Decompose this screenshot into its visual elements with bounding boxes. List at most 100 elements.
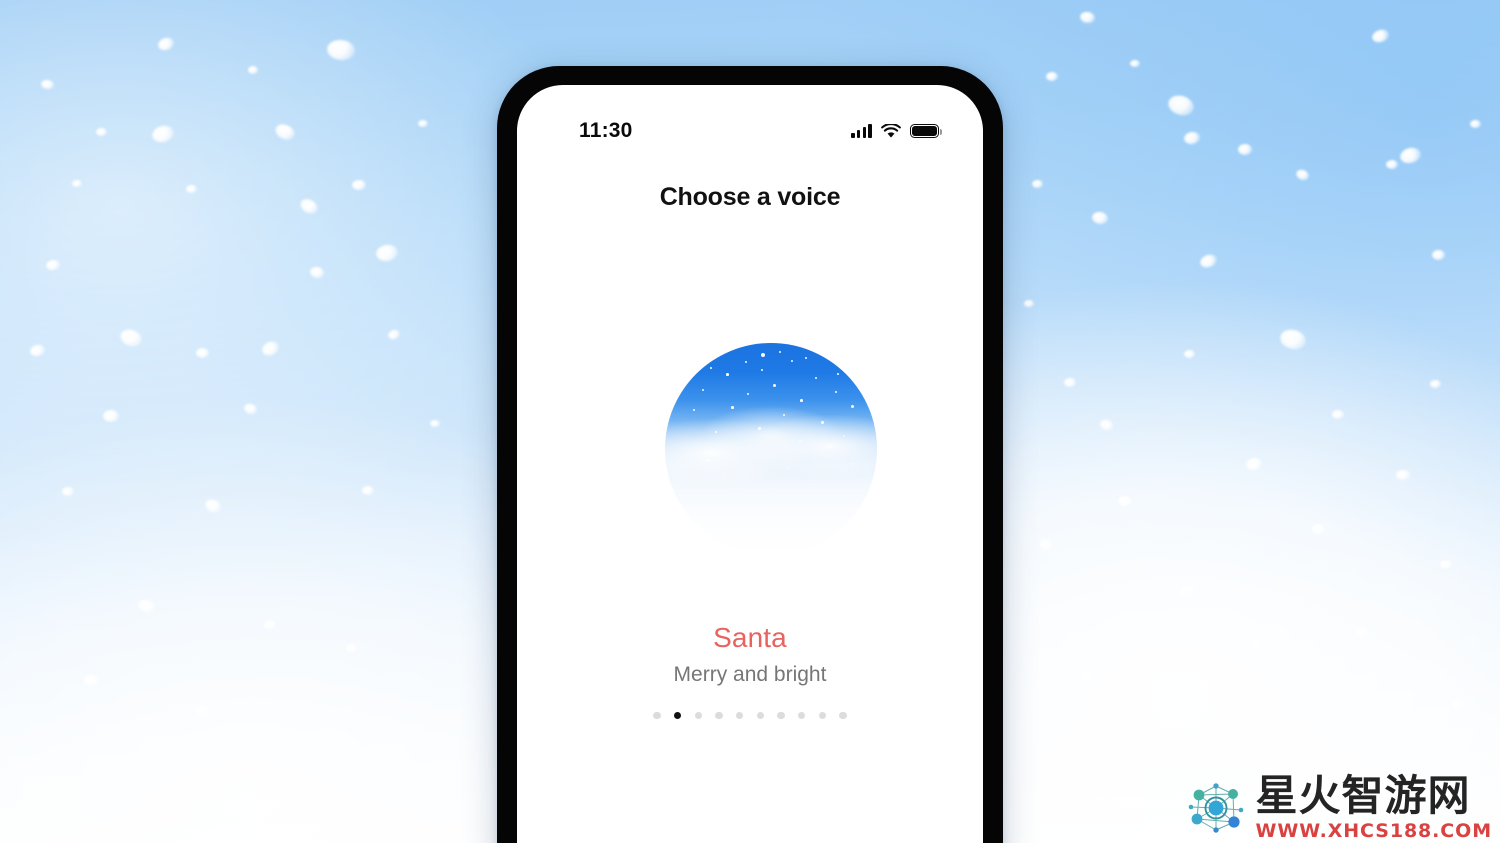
voice-tagline: Merry and bright [673, 663, 827, 686]
snow-bokeh-dot [430, 420, 440, 427]
snow-bokeh-dot [272, 121, 298, 143]
snow-bokeh-dot [242, 402, 259, 416]
wifi-icon [881, 123, 901, 138]
snow-bokeh-dot [386, 328, 402, 341]
snow-speck [825, 455, 828, 458]
pager-dot[interactable] [818, 712, 827, 720]
snow-bokeh-dot [1118, 496, 1132, 506]
snow-speck [783, 414, 786, 417]
snow-bokeh-dot [374, 243, 400, 263]
snow-bokeh-dot [362, 486, 374, 495]
scene-root: 11:30 Choose a voice Santa Merry and bri… [0, 0, 1500, 843]
snow-bokeh-dot [1452, 700, 1464, 709]
snow-bokeh-dot [264, 620, 276, 629]
snow-speck [693, 409, 696, 412]
snow-speck [787, 467, 790, 470]
snow-bokeh-dot [117, 326, 145, 350]
snow-bokeh-dot [72, 180, 82, 187]
battery-icon [910, 123, 943, 139]
pager-dot[interactable] [735, 712, 744, 720]
pager-dot[interactable] [715, 712, 723, 720]
snowy-sky-avatar[interactable] [665, 343, 877, 555]
snow-bokeh-dot [1098, 418, 1115, 432]
snow-speck [735, 493, 737, 495]
snow-speck [805, 357, 807, 359]
snow-speck [726, 373, 729, 376]
snow-bokeh-dot [1130, 60, 1140, 67]
snow-speck [740, 447, 743, 450]
watermark: 星火智游网 WWW.XHCS188.COM [1185, 775, 1492, 841]
snow-bokeh-dot [1470, 120, 1481, 128]
snow-bokeh-dot [1166, 716, 1179, 726]
pager-dot[interactable] [839, 712, 847, 720]
snow-bokeh-dot [96, 128, 107, 136]
snow-bokeh-dot [1165, 92, 1197, 119]
snow-bokeh-dot [346, 644, 357, 652]
snow-bokeh-dot [1396, 470, 1410, 480]
snow-bokeh-dot [196, 348, 209, 358]
snow-bokeh-dot [326, 38, 356, 62]
snow-speck [800, 399, 803, 402]
snow-bokeh-dot [260, 339, 281, 358]
snow-bokeh-dot [1370, 27, 1391, 45]
snow-bokeh-dot [1277, 326, 1309, 353]
pager-dot[interactable] [694, 712, 702, 720]
voice-name: Santa [713, 622, 787, 653]
snow-speck [769, 487, 771, 489]
snow-bokeh-dot [28, 343, 47, 358]
pager-dot[interactable] [798, 712, 806, 720]
snow-bokeh-dot [83, 673, 99, 687]
snow-speck [747, 393, 750, 396]
pager-dot[interactable] [673, 712, 682, 720]
status-icon-group [851, 123, 943, 139]
snow-speck [815, 377, 818, 380]
snow-bokeh-dot [1046, 72, 1058, 81]
snow-bokeh-dot [248, 66, 258, 74]
snow-speck [715, 431, 718, 434]
watermark-text: 星火智游网 WWW.XHCS188.COM [1256, 775, 1492, 841]
phone-screen: 11:30 Choose a voice Santa Merry and bri… [517, 85, 983, 843]
snow-bokeh-dot [156, 35, 176, 53]
snow-bokeh-dot [1238, 144, 1252, 155]
pager-dot[interactable] [777, 712, 785, 720]
pager-dot[interactable] [653, 712, 661, 720]
snow-bokeh-dot [1312, 524, 1325, 534]
snow-speck [799, 440, 802, 443]
snow-bokeh-dot [45, 258, 61, 272]
snow-bokeh-dot [1440, 560, 1452, 569]
snow-bokeh-dot [418, 120, 428, 127]
snow-bokeh-dot [1250, 640, 1262, 649]
snow-speck [773, 453, 776, 456]
snow-bokeh-dot [150, 123, 176, 145]
snow-bokeh-dot [1198, 252, 1219, 270]
status-bar: 11:30 [517, 114, 983, 148]
pager-dot[interactable] [756, 712, 765, 720]
snow-bokeh-dot [1386, 160, 1398, 169]
pager-dots[interactable] [517, 712, 983, 720]
snow-bokeh-dot [1244, 456, 1264, 472]
snow-speck [761, 369, 763, 371]
phone-mockup: 11:30 Choose a voice Santa Merry and bri… [497, 66, 1003, 843]
snow-bokeh-dot [186, 185, 197, 193]
snow-bokeh-dot [1032, 180, 1043, 188]
snow-bokeh-dot [1398, 145, 1423, 166]
snow-bokeh-dot [62, 487, 74, 496]
snow-bokeh-dot [1079, 10, 1096, 25]
snow-speck [773, 384, 777, 388]
snow-bokeh-dot [1178, 582, 1198, 600]
snow-speck [797, 495, 799, 497]
snow-bokeh-dot [1039, 538, 1053, 551]
snow-speck [706, 459, 709, 462]
snow-speck [843, 435, 846, 438]
watermark-url: WWW.XHCS188.COM [1255, 820, 1492, 842]
snow-speck [821, 421, 824, 424]
snow-speck [753, 471, 756, 474]
snow-bokeh-dot [1430, 380, 1441, 388]
snow-speck [723, 477, 725, 479]
watermark-brand: 星火智游网 [1255, 771, 1471, 820]
snow-bokeh-dot [103, 410, 119, 422]
snow-bokeh-dot [1024, 300, 1034, 307]
snow-bokeh-dot [1294, 167, 1311, 183]
snow-bokeh-dot [1356, 628, 1368, 637]
snow-bokeh-dot [1078, 669, 1096, 685]
